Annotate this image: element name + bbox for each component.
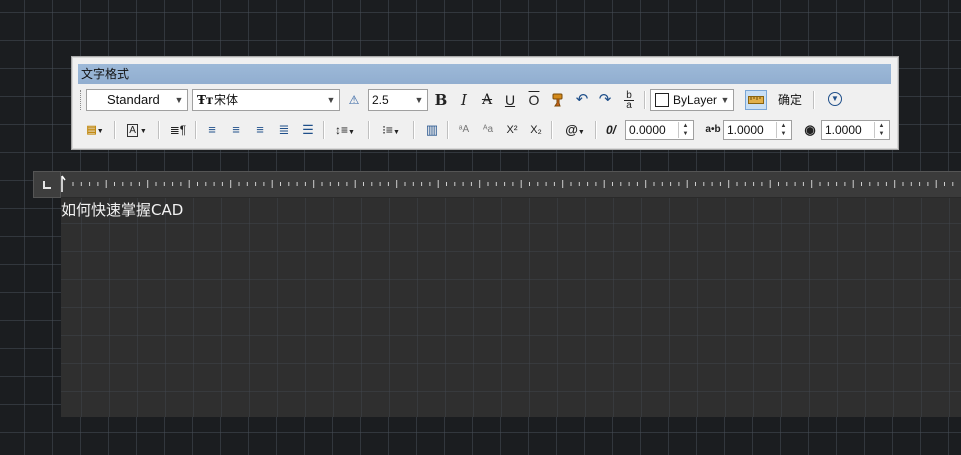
ruler[interactable] bbox=[61, 171, 961, 198]
color-swatch-icon bbox=[655, 93, 669, 107]
separator bbox=[813, 91, 815, 109]
mtext-editor[interactable]: 如何快速掌握CAD bbox=[61, 198, 961, 417]
chevron-down-icon: ▼ bbox=[414, 95, 424, 105]
text-height-value: 2.5 bbox=[372, 93, 389, 107]
separator bbox=[595, 121, 597, 139]
toolbar-row-2: ▤▼ A ▼ ≣¶ ≡ ≡ ≡ ≣ ☰ ↕≡▼ ⁝≡▼ ▥ ᵃA ᴬa X² X… bbox=[78, 117, 891, 143]
italic-button[interactable]: I bbox=[454, 90, 474, 110]
tracking-input[interactable]: 1.0000 ▲ ▼ bbox=[723, 120, 792, 140]
spinner-arrows-icon[interactable]: ▲ ▼ bbox=[776, 122, 790, 138]
uppercase-icon[interactable]: ᵃA bbox=[454, 120, 474, 140]
separator bbox=[644, 91, 646, 109]
insert-field-icon[interactable]: ▥ bbox=[422, 120, 442, 140]
options-chevron-icon[interactable]: ▼ bbox=[828, 92, 842, 106]
redo-button[interactable]: ↷ bbox=[595, 90, 615, 110]
bold-button[interactable]: B bbox=[431, 90, 451, 110]
overline-button[interactable]: O bbox=[524, 90, 544, 110]
superscript-button[interactable]: X² bbox=[502, 120, 522, 140]
separator bbox=[413, 121, 415, 139]
oblique-angle-icon: 0/ bbox=[605, 123, 616, 137]
separator bbox=[368, 121, 370, 139]
tracking-value: 1.0000 bbox=[727, 123, 764, 137]
width-factor-input[interactable]: 1.0000 ▲ ▼ bbox=[821, 120, 890, 140]
color-select[interactable]: ByLayer ▼ bbox=[650, 89, 734, 111]
numbering-dropdown-icon[interactable]: ⁝≡▼ bbox=[376, 120, 406, 140]
align-right-icon[interactable]: ≡ bbox=[250, 120, 270, 140]
tracking-icon: a•b bbox=[705, 124, 721, 135]
text-style-select[interactable]: Standard ▼ bbox=[86, 89, 188, 111]
stack-bottom-label: a bbox=[624, 100, 634, 111]
symbol-dropdown[interactable]: @▼ bbox=[560, 120, 590, 140]
distribute-icon[interactable]: ☰ bbox=[298, 120, 318, 140]
paragraph-icon[interactable]: ≣¶ bbox=[168, 120, 188, 140]
separator bbox=[551, 121, 553, 139]
symbol-icon: @ bbox=[565, 122, 578, 137]
row-grip[interactable] bbox=[80, 90, 84, 110]
spinner-arrows-icon[interactable]: ▲ ▼ bbox=[874, 122, 888, 138]
width-factor-value: 1.0000 bbox=[825, 123, 862, 137]
separator bbox=[323, 121, 325, 139]
text-style-value: Standard bbox=[107, 92, 160, 107]
align-center-icon[interactable]: ≡ bbox=[226, 120, 246, 140]
chevron-down-icon: ▼ bbox=[174, 95, 184, 105]
subscript-button[interactable]: X₂ bbox=[526, 120, 546, 140]
oblique-angle-value: 0.0000 bbox=[629, 123, 666, 137]
align-left-icon[interactable]: ≡ bbox=[202, 120, 222, 140]
justify-icon[interactable]: ≣ bbox=[274, 120, 294, 140]
spinner-arrows-icon[interactable]: ▲ ▼ bbox=[678, 122, 692, 138]
width-factor-icon: ◉ bbox=[804, 122, 816, 137]
color-value: ByLayer bbox=[673, 93, 718, 107]
editor-text[interactable]: 如何快速掌握CAD bbox=[61, 199, 183, 220]
justification-dropdown-icon[interactable]: A ▼ bbox=[122, 120, 152, 140]
lowercase-icon[interactable]: ᴬa bbox=[478, 120, 498, 140]
ruler-ticks bbox=[61, 175, 954, 192]
tab-type-corner[interactable] bbox=[33, 171, 61, 198]
separator bbox=[114, 121, 116, 139]
separator bbox=[158, 121, 160, 139]
text-formatting-toolbar: 文字格式 Standard ▼ Ŧт 宋体 ▼ ⚠ 2.5 ▼ B I A U … bbox=[71, 56, 899, 150]
ruler-toggle-button[interactable] bbox=[745, 90, 767, 110]
oblique-angle-input[interactable]: 0.0000 ▲ ▼ bbox=[625, 120, 694, 140]
indent-marker-icon bbox=[61, 175, 66, 192]
separator bbox=[195, 121, 197, 139]
stack-button[interactable]: b a bbox=[619, 90, 639, 111]
undo-button[interactable]: ↶ bbox=[572, 90, 592, 110]
match-properties-brush-icon[interactable] bbox=[548, 90, 568, 110]
chevron-down-icon: ▼ bbox=[326, 95, 336, 105]
truetype-font-icon: Ŧт bbox=[197, 93, 214, 107]
toolbar-title[interactable]: 文字格式 bbox=[78, 64, 891, 84]
stack-top-label: b bbox=[626, 90, 632, 101]
line-spacing-dropdown-icon[interactable]: ↕≡▼ bbox=[330, 120, 360, 140]
font-value: 宋体 bbox=[214, 93, 239, 107]
columns-dropdown-icon[interactable]: ▤▼ bbox=[80, 120, 110, 140]
annotative-icon[interactable]: ⚠ bbox=[344, 90, 364, 110]
separator bbox=[447, 121, 449, 139]
toolbar-row-1: Standard ▼ Ŧт 宋体 ▼ ⚠ 2.5 ▼ B I A U O ↶ ↷… bbox=[78, 87, 891, 113]
text-height-select[interactable]: 2.5 ▼ bbox=[368, 89, 428, 111]
chevron-down-icon: ▼ bbox=[720, 95, 730, 105]
font-select[interactable]: Ŧт 宋体 ▼ bbox=[192, 89, 340, 111]
underline-button[interactable]: U bbox=[500, 90, 520, 110]
ok-button[interactable]: 确定 bbox=[774, 90, 806, 110]
strikethrough-button[interactable]: A bbox=[477, 90, 497, 110]
